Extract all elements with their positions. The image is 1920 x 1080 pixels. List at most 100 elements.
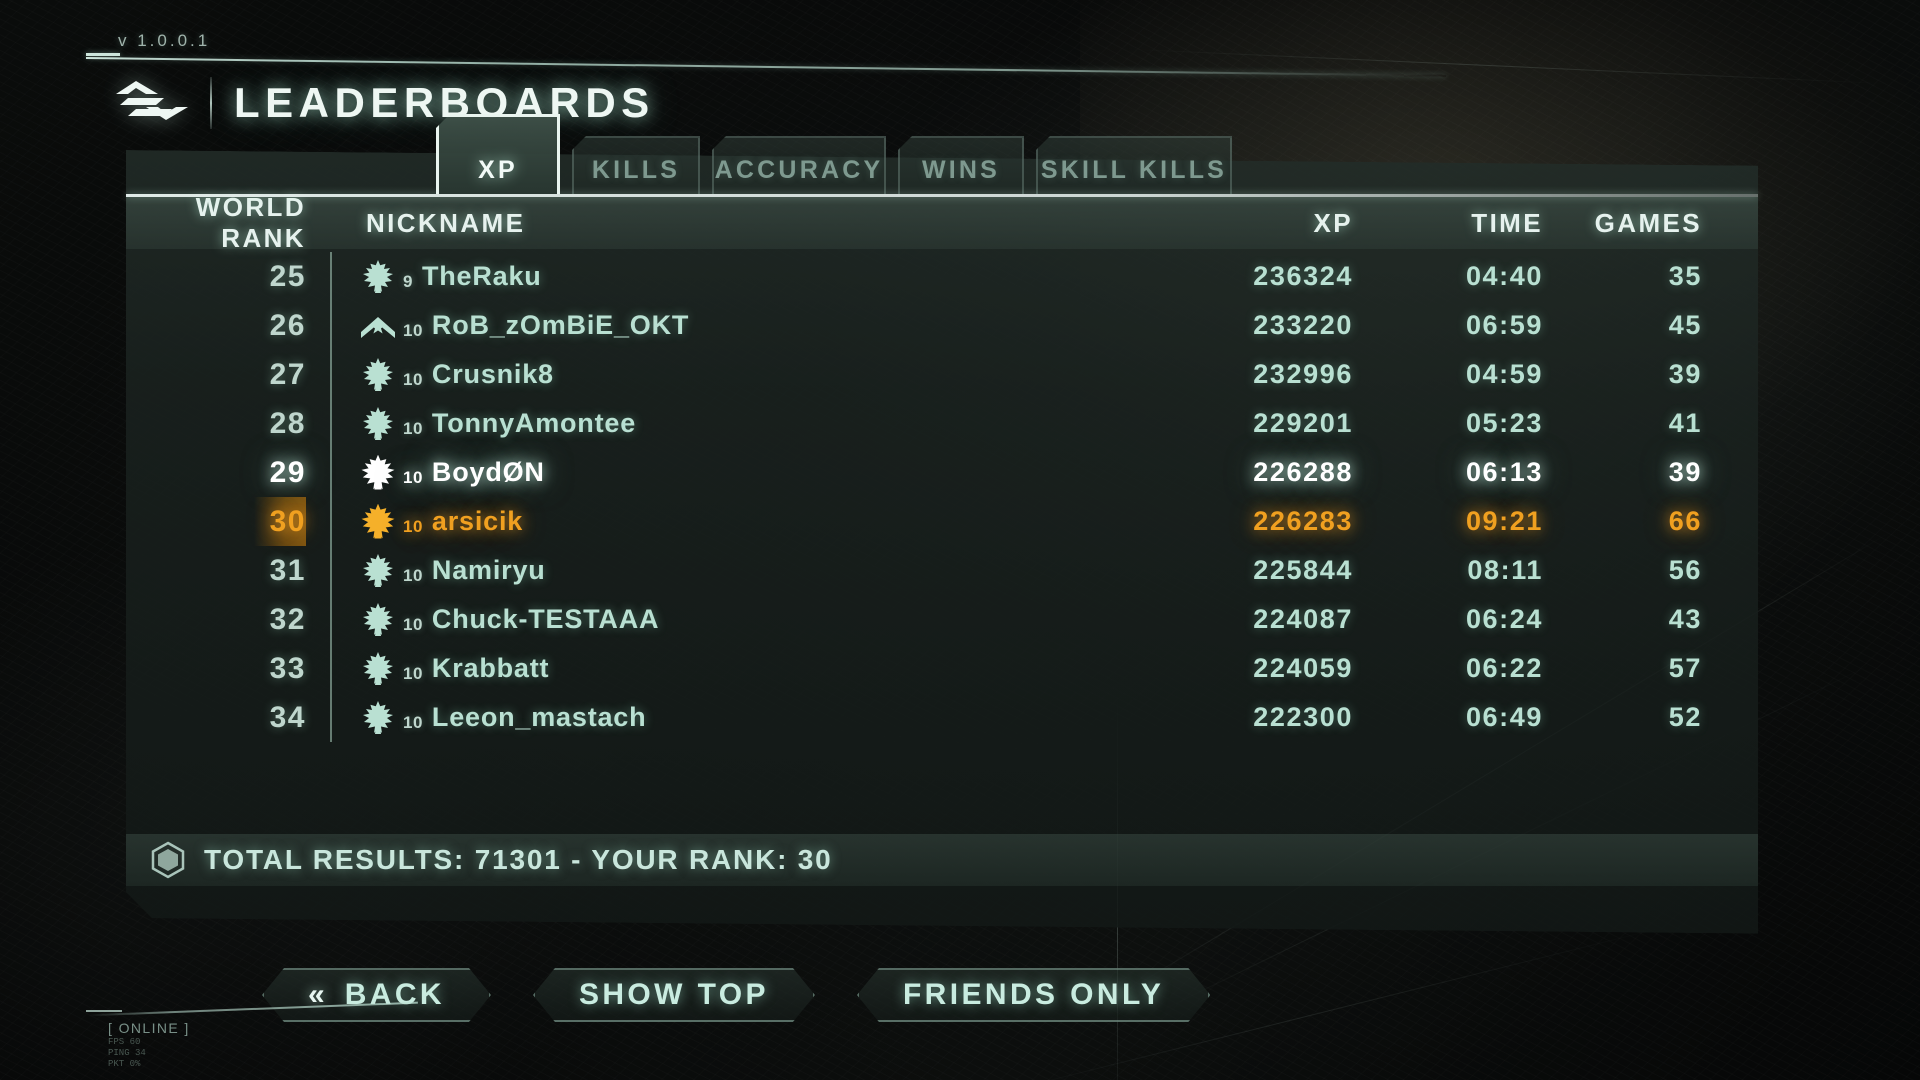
show-top-button[interactable]: SHOW TOP: [533, 968, 815, 1022]
prestige-badge-icon: [356, 405, 400, 443]
column-header-time[interactable]: TIME: [1353, 208, 1543, 239]
row-nickname[interactable]: TheRaku: [422, 261, 542, 292]
row-games: 45: [1668, 310, 1702, 340]
table-row[interactable]: 30 10 arsicik 226283 09:21 66: [126, 497, 1758, 546]
prestige-badge-icon: [356, 356, 400, 394]
results-footer: TOTAL RESULTS: 71301 - YOUR RANK: 30: [126, 834, 1758, 886]
table-row[interactable]: 28 10 TonnyAmontee 229201 05:23 41: [126, 399, 1758, 448]
row-level: 10: [403, 565, 423, 585]
row-games: 41: [1668, 408, 1702, 438]
hexagon-icon: [151, 841, 185, 879]
friends-only-button[interactable]: FRIENDS ONLY: [857, 968, 1210, 1022]
row-level: 10: [403, 516, 423, 536]
show-top-button-label: SHOW TOP: [578, 978, 769, 1011]
corner-tick: [86, 1010, 122, 1012]
row-xp: 222300: [1253, 702, 1353, 732]
row-nickname[interactable]: Krabbatt: [432, 653, 549, 684]
row-xp: 225844: [1253, 555, 1353, 585]
row-time: 06:59: [1465, 310, 1543, 340]
row-divider: [330, 595, 332, 644]
row-rank: 27: [269, 357, 306, 391]
row-divider: [330, 693, 332, 742]
row-xp: 226283: [1253, 506, 1353, 536]
tab-wins[interactable]: WINS: [898, 136, 1024, 194]
tab-bar: XP KILLS ACCURACY WINS SKILL KILLS: [126, 128, 1758, 194]
row-rank: 30: [269, 504, 306, 538]
row-games: 66: [1668, 506, 1702, 536]
row-nickname[interactable]: Namiryu: [432, 555, 546, 586]
row-rank: 34: [269, 700, 306, 734]
row-xp: 226288: [1253, 457, 1353, 487]
column-header-rank[interactable]: WORLD RANK: [126, 192, 306, 254]
tab-skill-kills[interactable]: SKILL KILLS: [1036, 136, 1232, 194]
tab-accuracy[interactable]: ACCURACY: [712, 136, 886, 194]
tab-label: KILLS: [591, 156, 681, 184]
row-xp: 224059: [1253, 653, 1353, 683]
row-level: 10: [403, 369, 423, 389]
row-xp: 233220: [1253, 310, 1353, 340]
row-level: 9: [403, 271, 413, 291]
online-status: [ ONLINE ] FPS 60 PING 34 PKT 0%: [88, 1001, 418, 1069]
table-row[interactable]: 33 10 Krabbatt 224059 06:22 57: [126, 644, 1758, 693]
row-xp: 232996: [1253, 359, 1353, 389]
row-rank: 28: [269, 406, 306, 440]
row-time: 05:23: [1465, 408, 1543, 438]
prestige-badge-icon: [356, 552, 400, 590]
row-xp: 224087: [1253, 604, 1353, 634]
table-row[interactable]: 29 10 BoydØN 226288 06:13 39: [126, 448, 1758, 497]
row-rank: 33: [269, 651, 306, 685]
column-header-xp[interactable]: XP: [1103, 208, 1353, 239]
prestige-badge-icon: [356, 650, 400, 688]
table-row[interactable]: 25 9 TheRaku 236324 04:40 35: [126, 252, 1758, 301]
row-nickname[interactable]: RoB_zOmBiE_OKT: [432, 310, 689, 341]
row-time: 06:13: [1465, 457, 1543, 487]
table-row[interactable]: 31 10 Namiryu 225844 08:11 56: [126, 546, 1758, 595]
row-nickname[interactable]: Crusnik8: [432, 359, 554, 390]
row-nickname[interactable]: TonnyAmontee: [432, 408, 636, 439]
back-button-label: BACK: [344, 978, 445, 1011]
row-games: 56: [1668, 555, 1702, 585]
row-divider: [330, 448, 332, 497]
button-bar: « BACK SHOW TOP FRIENDS ONLY: [262, 968, 1210, 1022]
prestige-badge-icon: [356, 601, 400, 639]
tab-kills[interactable]: KILLS: [572, 136, 700, 194]
row-time: 04:40: [1465, 261, 1543, 291]
online-status-label: [ ONLINE ]: [108, 1020, 190, 1036]
row-rank: 32: [269, 602, 306, 636]
table-header: WORLD RANK NICKNAME XP TIME GAMES: [126, 192, 1758, 253]
tab-xp[interactable]: XP: [436, 114, 560, 194]
table-row[interactable]: 27 10 Crusnik8 232996 04:59 39: [126, 350, 1758, 399]
row-time: 06:22: [1465, 653, 1543, 683]
back-button[interactable]: « BACK: [262, 968, 491, 1022]
row-divider: [330, 546, 332, 595]
row-level: 10: [403, 320, 423, 340]
table-row[interactable]: 34 10 Leeon_mastach 222300 06:49 52: [126, 693, 1758, 742]
row-games: 39: [1668, 457, 1702, 487]
version-rule-tick: [86, 53, 120, 56]
prestige-badge-icon: [356, 503, 400, 541]
sniper-elite-logo-icon: [116, 81, 188, 120]
tab-underline: [126, 194, 1758, 197]
title-divider: [210, 77, 212, 129]
row-divider: [330, 252, 332, 301]
row-games: 57: [1668, 653, 1702, 683]
row-level: 10: [403, 663, 423, 683]
column-header-nickname[interactable]: NICKNAME: [306, 208, 525, 239]
table-row[interactable]: 32 10 Chuck-TESTAAA 224087 06:24 43: [126, 595, 1758, 644]
row-nickname[interactable]: BoydØN: [432, 457, 545, 488]
row-time: 08:11: [1467, 555, 1543, 585]
prestige-badge-icon: [356, 307, 400, 345]
table-row[interactable]: 26 10 RoB_zOmBiE_OKT 233220 06:59 45: [126, 301, 1758, 350]
row-time: 09:21: [1465, 506, 1543, 536]
row-nickname[interactable]: Leeon_mastach: [432, 702, 646, 733]
row-level: 10: [403, 467, 423, 487]
leaderboard-rows: 25 9 TheRaku 236324 04:40 35 26 10 RoB_zOmBiE_OK…: [126, 252, 1758, 742]
row-divider: [330, 301, 332, 350]
row-divider: [330, 644, 332, 693]
row-nickname[interactable]: arsicik: [432, 506, 523, 537]
row-games: 43: [1668, 604, 1702, 634]
row-nickname[interactable]: Chuck-TESTAAA: [432, 604, 659, 635]
friends-only-button-label: FRIENDS ONLY: [902, 978, 1165, 1011]
background-streak: [1130, 48, 1890, 85]
column-header-games[interactable]: GAMES: [1543, 208, 1758, 239]
